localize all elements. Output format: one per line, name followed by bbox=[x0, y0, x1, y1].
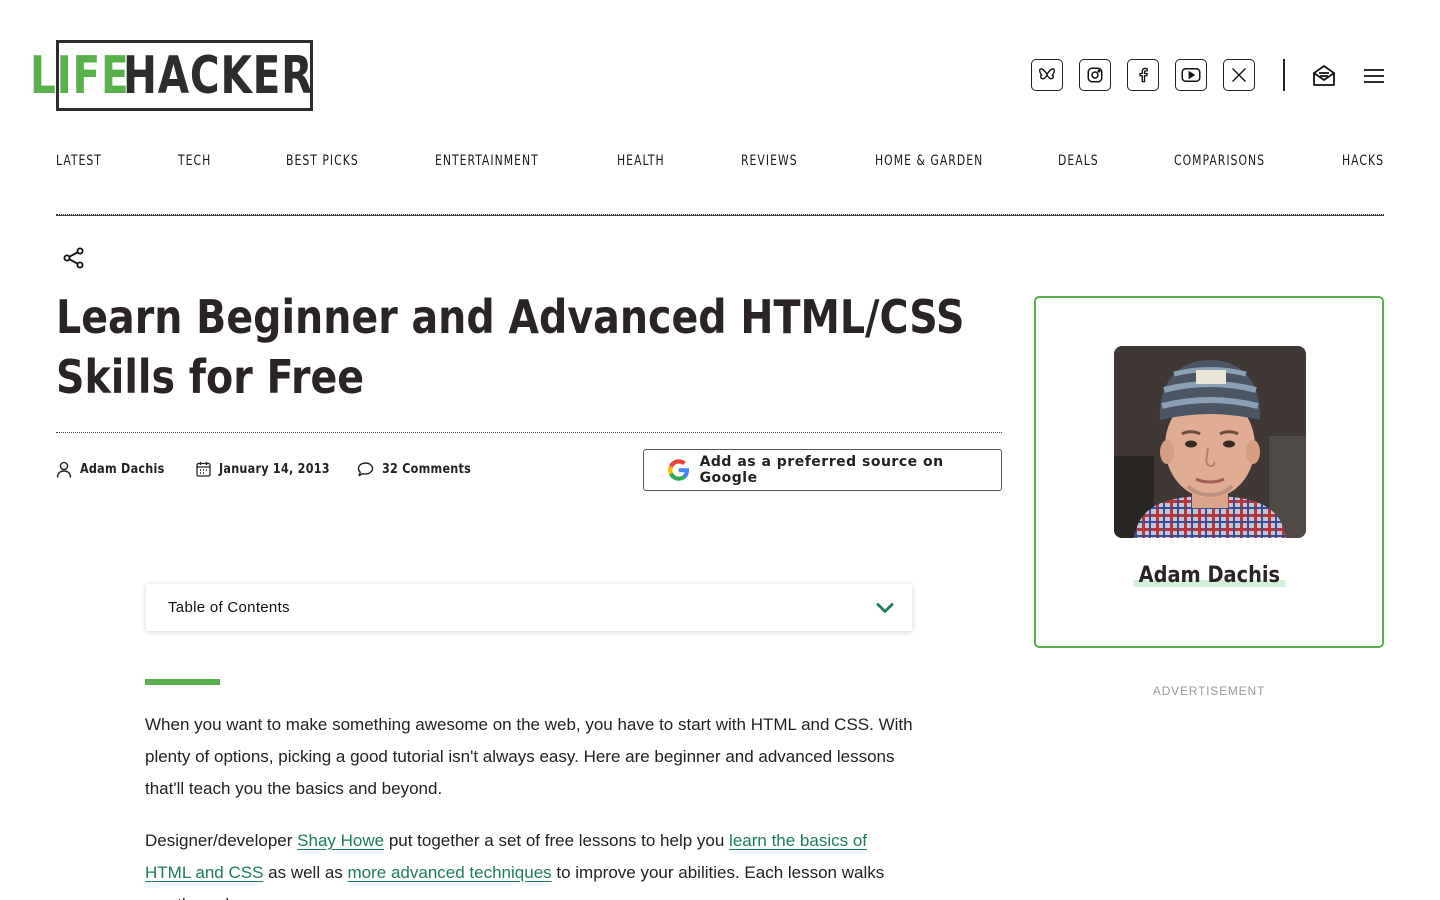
nav-divider bbox=[56, 214, 1384, 216]
article-paragraph-2: Designer/developer Shay Howe put togethe… bbox=[145, 825, 915, 900]
advertisement-label: ADVERTISEMENT bbox=[1152, 684, 1266, 698]
nav-deals[interactable]: DEALS bbox=[1058, 153, 1099, 169]
nav-tech[interactable]: TECH bbox=[178, 153, 211, 169]
nav-entertainment[interactable]: ENTERTAINMENT bbox=[435, 153, 539, 169]
article-paragraph-1: When you want to make something awesome … bbox=[145, 715, 913, 798]
article-author[interactable]: Adam Dachis bbox=[56, 458, 178, 480]
main-nav: LATEST TECH BEST PICKS ENTERTAINMENT HEA… bbox=[56, 153, 1384, 173]
comment-icon bbox=[357, 462, 374, 477]
user-icon bbox=[56, 461, 72, 478]
toc-label: Table of Contents bbox=[168, 599, 290, 616]
hamburger-menu-icon[interactable] bbox=[1360, 64, 1388, 88]
link-advanced-techniques[interactable]: more advanced techniques bbox=[348, 863, 552, 882]
logo-part-life: LIFE bbox=[29, 45, 130, 106]
author-name: Adam Dachis bbox=[80, 461, 165, 477]
nav-home-garden[interactable]: HOME & GARDEN bbox=[875, 153, 983, 169]
share-icon[interactable] bbox=[62, 246, 86, 270]
accent-bar bbox=[145, 679, 220, 685]
author-avatar[interactable] bbox=[1114, 346, 1306, 538]
meta-divider bbox=[56, 432, 1002, 433]
nav-reviews[interactable]: REVIEWS bbox=[741, 153, 798, 169]
bluesky-icon[interactable] bbox=[1031, 59, 1063, 91]
table-of-contents[interactable]: Table of Contents bbox=[146, 584, 912, 631]
sidebar-author-name-text: Adam Dachis bbox=[1133, 563, 1285, 588]
paragraph-text: put together a set of free lessons to he… bbox=[384, 831, 730, 850]
x-icon[interactable] bbox=[1223, 59, 1255, 91]
nav-latest[interactable]: LATEST bbox=[56, 153, 102, 169]
facebook-icon[interactable] bbox=[1127, 59, 1159, 91]
youtube-icon[interactable] bbox=[1175, 59, 1207, 91]
article-title: Learn Beginner and Advanced HTML/CSS Ski… bbox=[56, 290, 965, 404]
logo-part-hacker: HACKER bbox=[123, 45, 314, 106]
date-text: January 14, 2013 bbox=[219, 461, 330, 477]
nav-hacks[interactable]: HACKS bbox=[1342, 153, 1384, 169]
google-icon bbox=[668, 459, 690, 481]
newsletter-icon[interactable] bbox=[1309, 61, 1339, 91]
site-logo[interactable]: LIFE HACKER bbox=[30, 40, 314, 111]
instagram-icon[interactable] bbox=[1079, 59, 1111, 91]
calendar-icon bbox=[196, 461, 211, 477]
chevron-down-icon[interactable] bbox=[876, 602, 894, 614]
sidebar-author-name[interactable]: Adam Dachis bbox=[1036, 563, 1382, 588]
paragraph-text: Designer/developer bbox=[145, 831, 298, 850]
link-shay-howe[interactable]: Shay Howe bbox=[297, 831, 384, 850]
article-comments[interactable]: 32 Comments bbox=[357, 458, 486, 480]
article-date: January 14, 2013 bbox=[196, 458, 348, 480]
paragraph-text: as well as bbox=[263, 863, 348, 882]
nav-comparisons[interactable]: COMPARISONS bbox=[1174, 153, 1265, 169]
nav-best-picks[interactable]: BEST PICKS bbox=[286, 153, 359, 169]
google-preferred-source-button[interactable]: Add as a preferred source on Google bbox=[643, 449, 1002, 491]
google-button-label: Add as a preferred source on Google bbox=[699, 454, 944, 486]
header-divider bbox=[1283, 59, 1285, 91]
author-card: Adam Dachis bbox=[1034, 296, 1384, 648]
nav-health[interactable]: HEALTH bbox=[617, 153, 665, 169]
comments-count: 32 Comments bbox=[382, 461, 472, 477]
